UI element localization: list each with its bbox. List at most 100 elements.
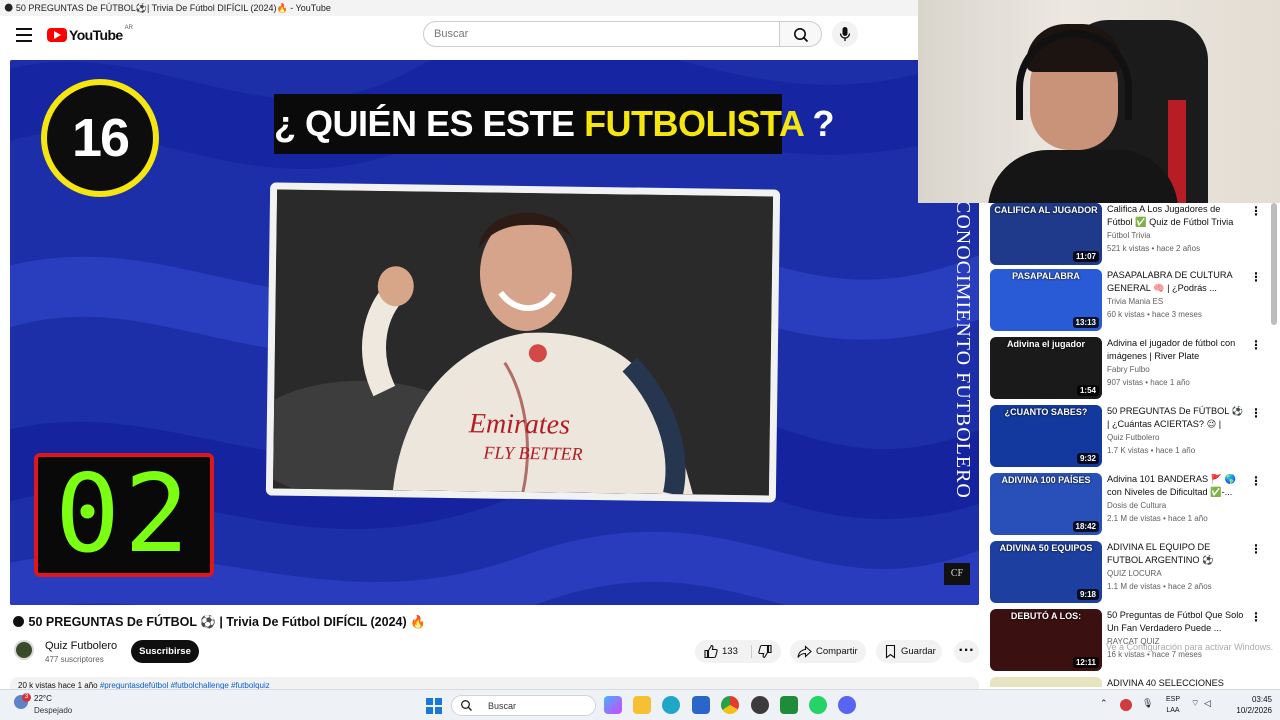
recommendation-item[interactable]: PASAPALABRA 13:13 PASAPALABRA DE CULTURA… (988, 269, 1270, 331)
more-vertical-icon[interactable]: ⋮ (1250, 407, 1262, 421)
recommendation-title[interactable]: 50 PREGUNTAS De FÚTBOL ⚽ | ¿Cuántas ACIE… (1107, 405, 1245, 432)
search-button[interactable] (780, 21, 822, 47)
volume-icon[interactable]: ◁ (1204, 698, 1211, 709)
video-thumbnail[interactable]: Adivina el jugador 1:54 (990, 337, 1102, 399)
youtube-play-icon (47, 28, 67, 42)
more-vertical-icon[interactable]: ⋮ (1250, 205, 1262, 219)
thumbs-up-icon (704, 644, 718, 659)
recommendation-channel[interactable]: Trivia Mania ES (1107, 297, 1163, 306)
like-button[interactable] (703, 644, 718, 668)
recommendation-title[interactable]: ADIVINA EL EQUIPO DE FUTBOL ARGENTINO ⚽ … (1107, 541, 1245, 568)
share-button[interactable]: Compartir (790, 640, 866, 663)
recommendation-title[interactable]: ADIVINA 40 SELECCIONES (1107, 677, 1245, 687)
recommendation-item[interactable]: ADIVINA 40 SELECCIONES (988, 677, 1270, 687)
search-input[interactable] (423, 21, 780, 47)
channel-watermark[interactable]: CF (944, 563, 970, 585)
more-actions-button[interactable]: ··· (954, 640, 979, 663)
video-thumbnail[interactable] (990, 677, 1102, 687)
video-title: 🌑 50 PREGUNTAS De FÚTBOL ⚽ | Trivia De F… (12, 615, 426, 629)
video-thumbnail[interactable]: ¿CUANTO SABES? 9:32 (990, 405, 1102, 467)
recommendation-channel[interactable]: QUIZ LOCURA (1107, 569, 1162, 578)
more-vertical-icon[interactable]: ⋮ (1250, 543, 1262, 557)
scrollbar-thumb[interactable] (1271, 203, 1277, 325)
save-button[interactable]: Guardar (876, 640, 942, 663)
search-icon (794, 28, 809, 43)
thumbnail-caption: ADIVINA 100 PAÍSES (1001, 475, 1091, 485)
more-vertical-icon[interactable]: ⋮ (1250, 475, 1262, 489)
recommendation-meta: 521 k vistas • hace 2 años (1107, 244, 1201, 253)
recommendation-channel[interactable]: Fabry Fulbo (1107, 365, 1150, 374)
taskbar-search-label: Buscar (488, 701, 517, 711)
dislike-button[interactable] (758, 644, 773, 668)
menu-icon[interactable] (16, 28, 32, 42)
edge-icon[interactable] (662, 696, 680, 714)
windows-start-icon[interactable] (426, 698, 442, 714)
sidebar-scrollbar[interactable] (1270, 203, 1278, 687)
recommendation-item[interactable]: CALIFICA AL JUGADOR 11:07 Califica A Los… (988, 203, 1270, 265)
channel-side-text: CONOCIMIENTO FUTBOLERO (952, 200, 974, 499)
notification-badge: 3 (22, 693, 31, 702)
streamer-shirt (988, 150, 1178, 203)
video-duration: 9:18 (1076, 589, 1099, 600)
mic-tray-icon[interactable]: 🎙 (1142, 698, 1153, 709)
question-text-prefix: ¿ QUIÉN ES ESTE (274, 103, 585, 144)
windows-taskbar: 3 22°C Despejado Buscar ⌃ 🎙 ESP LAA ⌔ ◁ … (0, 689, 1280, 720)
tray-app-icon[interactable] (1120, 699, 1132, 711)
share-icon (797, 645, 812, 658)
video-player[interactable]: 16 ¿ QUIÉN ES ESTE FUTBOLISTA ? Emirates (10, 60, 979, 605)
recommendation-item[interactable]: ADIVINA 50 EQUIPOS 9:18 ADIVINA EL EQUIP… (988, 541, 1270, 603)
subscribe-button[interactable]: Suscribirse (131, 640, 199, 663)
recommendation-item[interactable]: ¿CUANTO SABES? 9:32 50 PREGUNTAS De FÚTB… (988, 405, 1270, 467)
video-thumbnail[interactable]: DEBUTÓ A LOS: 12:11 (990, 609, 1102, 671)
recommendation-channel[interactable]: Fútbol Trivia (1107, 231, 1151, 240)
copilot-icon[interactable] (604, 696, 622, 714)
taskbar-search[interactable]: Buscar (451, 695, 596, 716)
chrome-icon[interactable] (721, 696, 739, 714)
jersey-sponsor: Emirates (468, 408, 571, 440)
xbox-icon[interactable] (780, 696, 798, 714)
video-thumbnail[interactable]: ADIVINA 50 EQUIPOS 9:18 (990, 541, 1102, 603)
temperature: 22°C (34, 694, 52, 703)
discord-icon[interactable] (838, 696, 856, 714)
clock-date: 10/2/2026 (1236, 706, 1272, 715)
video-thumbnail[interactable]: PASAPALABRA 13:13 (990, 269, 1102, 331)
weather-widget[interactable]: 3 22°C Despejado (14, 693, 84, 719)
wifi-icon[interactable]: ⌔ (1191, 698, 1199, 709)
language-code: ESP (1165, 696, 1180, 703)
recommendation-title[interactable]: 50 Preguntas de Fútbol Que Solo Un Fan V… (1107, 609, 1245, 635)
recommendation-channel[interactable]: Dosis de Cultura (1107, 501, 1166, 510)
youtube-logo[interactable]: YouTube AR (47, 25, 133, 44)
recommendation-title[interactable]: Califica A Los Jugadores de Fútbol ✅ Qui… (1107, 203, 1245, 229)
recommendation-title[interactable]: PASAPALABRA DE CULTURA GENERAL 🧠 | ¿Podr… (1107, 269, 1245, 295)
share-label: Compartir (816, 646, 858, 657)
chevron-up-icon[interactable]: ⌃ (1100, 698, 1108, 709)
store-icon[interactable] (692, 696, 710, 714)
more-vertical-icon[interactable]: ⋮ (1250, 611, 1262, 625)
thumbnail-caption: ¿CUANTO SABES? (1004, 407, 1088, 417)
voice-search-button[interactable] (832, 21, 858, 47)
activate-windows-watermark: Ve a Configuración para activar Windows. (1106, 642, 1274, 652)
recommendation-title[interactable]: Adivina 101 BANDERAS 🚩 🌎 con Niveles de … (1107, 473, 1245, 499)
video-thumbnail[interactable]: ADIVINA 100 PAÍSES 18:42 (990, 473, 1102, 535)
more-vertical-icon[interactable]: ⋮ (1250, 271, 1262, 285)
recommendation-item[interactable]: ADIVINA 100 PAÍSES 18:42 Adivina 101 BAN… (988, 473, 1270, 535)
clock-time: 03:45 (1251, 695, 1272, 704)
recommendation-item[interactable]: Adivina el jugador 1:54 Adivina el jugad… (988, 337, 1270, 399)
video-thumbnail[interactable]: CALIFICA AL JUGADOR 11:07 (990, 203, 1102, 265)
video-duration: 9:32 (1076, 453, 1099, 464)
system-clock[interactable]: 03:45 10/2/2026 (1216, 694, 1272, 716)
more-vertical-icon[interactable]: ⋮ (1250, 339, 1262, 353)
recommendation-title[interactable]: Adivina el jugador de fútbol con imágene… (1107, 337, 1245, 363)
thumbnail-caption: Adivina el jugador (1006, 339, 1085, 349)
channel-name[interactable]: Quiz Futbolero (45, 640, 117, 652)
video-duration: 13:13 (1072, 317, 1099, 328)
file-explorer-icon[interactable] (633, 696, 651, 714)
whatsapp-icon[interactable] (809, 696, 827, 714)
more-horizontal-icon: ··· (958, 642, 975, 659)
obs-icon[interactable] (751, 696, 769, 714)
recommendation-channel[interactable]: Quiz Futbolero (1107, 433, 1159, 442)
recommendation-item[interactable]: DEBUTÓ A LOS: 12:11 50 Preguntas de Fútb… (988, 609, 1270, 671)
channel-avatar[interactable] (14, 640, 34, 660)
language-indicator[interactable]: ESP LAA (1162, 694, 1184, 716)
question-number: 16 (41, 79, 159, 197)
